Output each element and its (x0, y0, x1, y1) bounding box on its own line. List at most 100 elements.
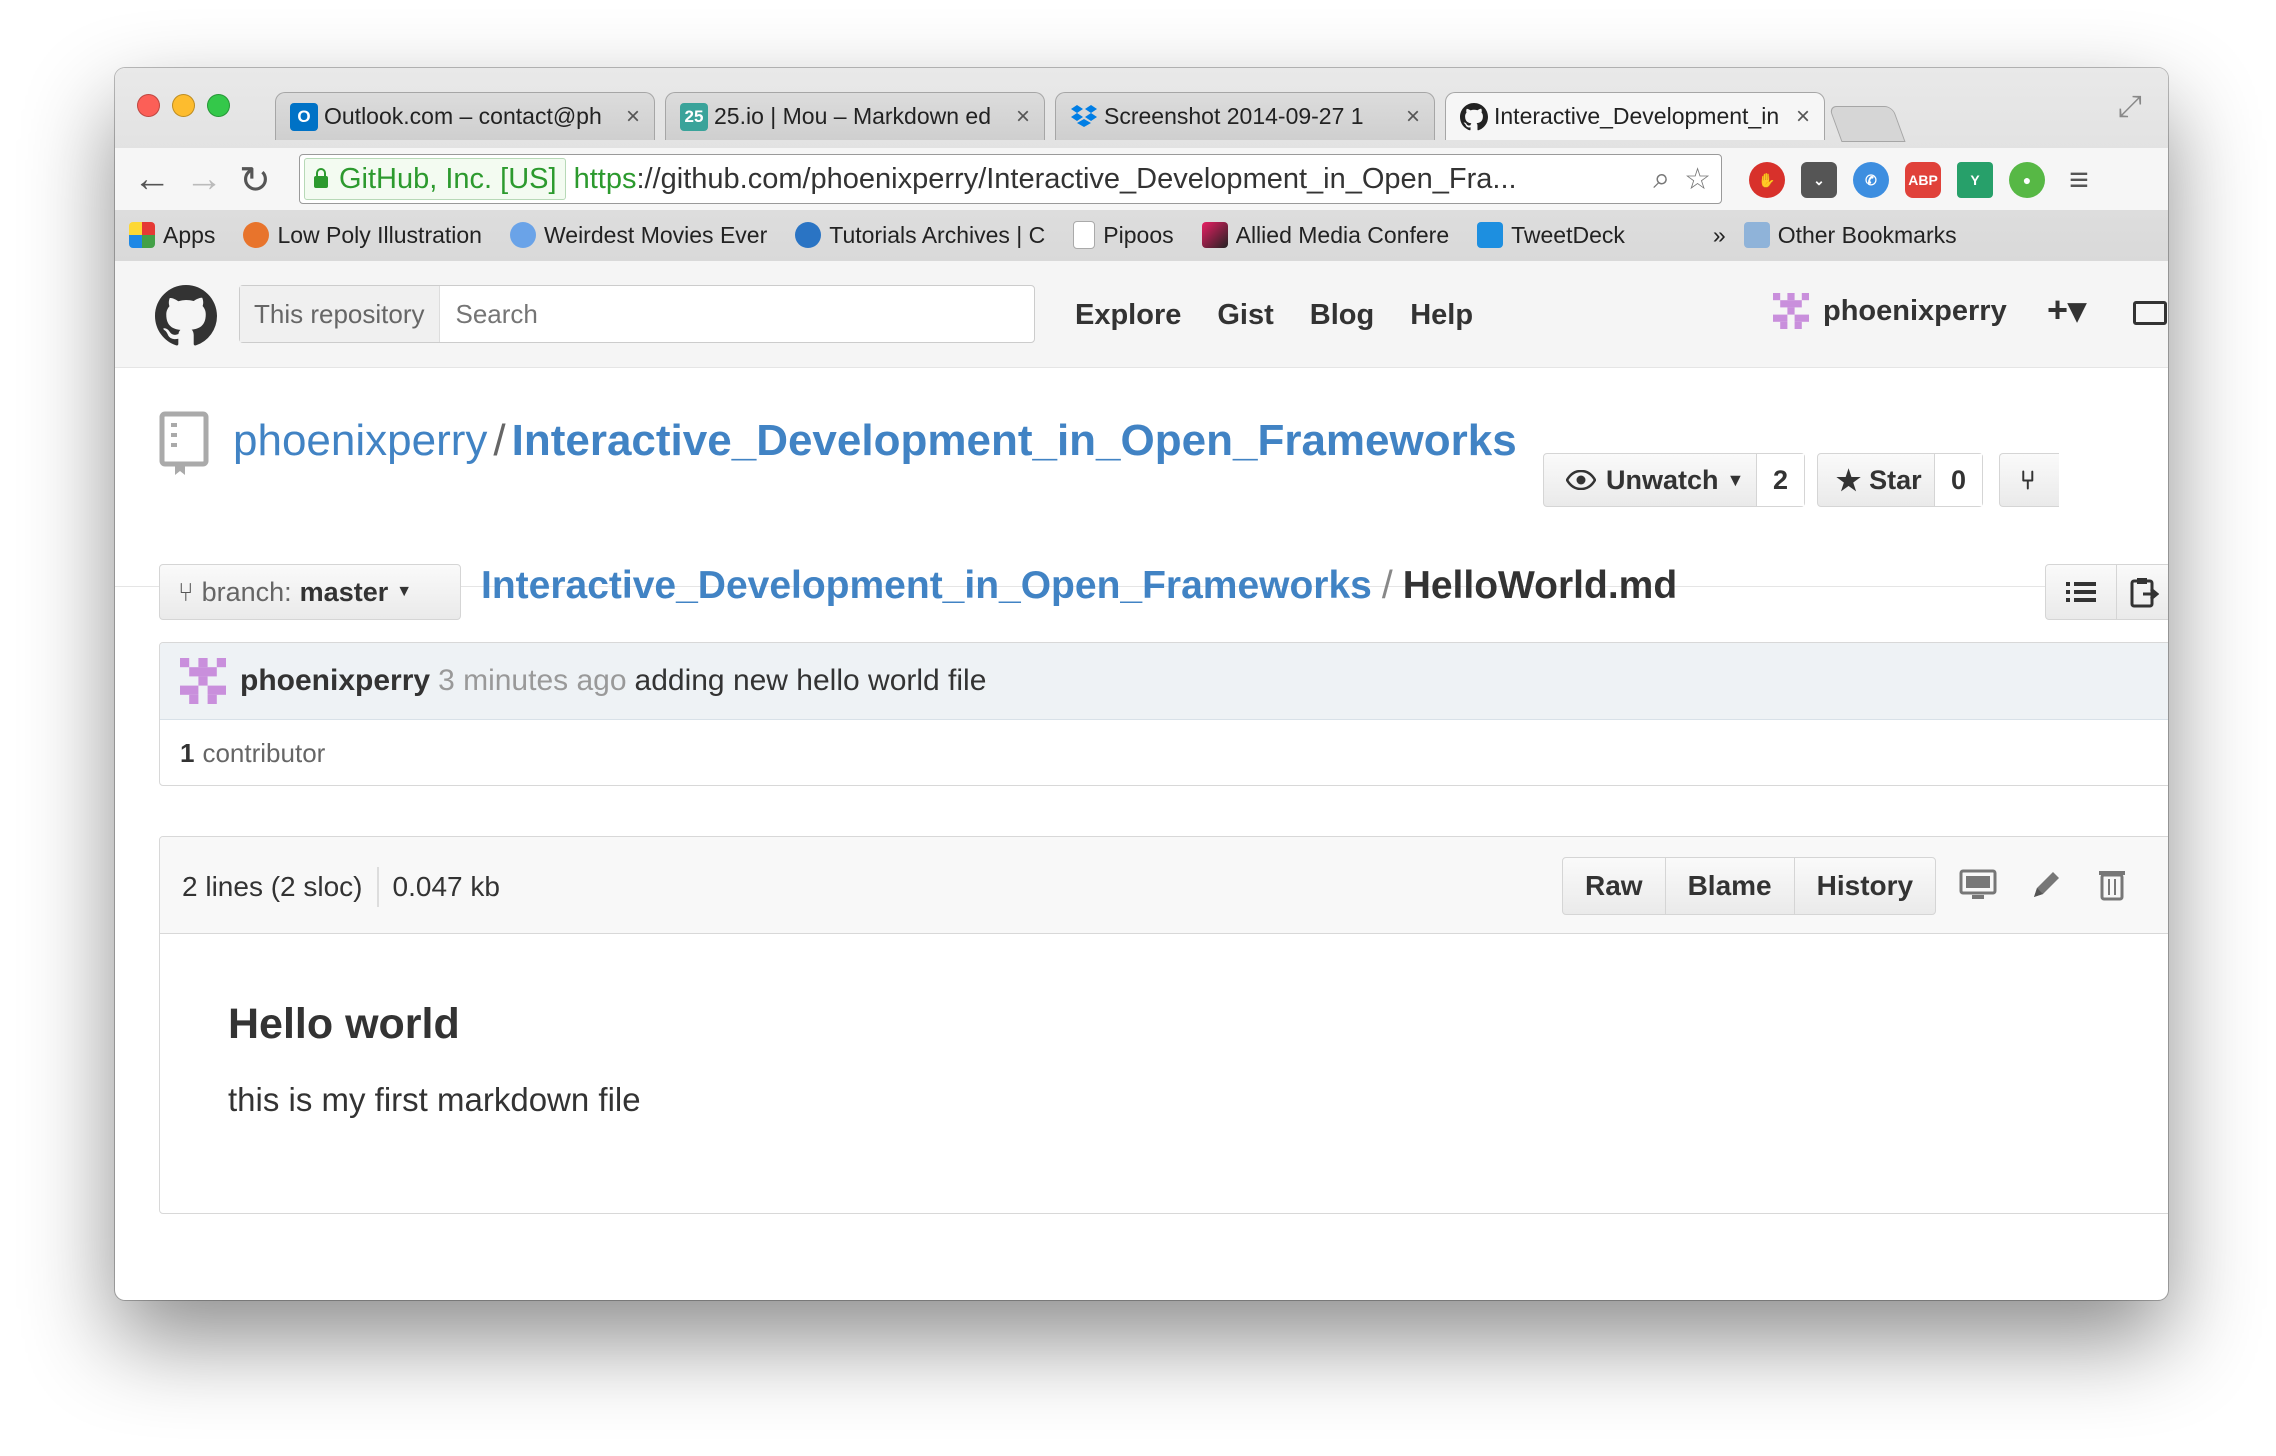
bookmark-tweetdeck[interactable]: TweetDeck (1477, 222, 1625, 249)
minimize-window-button[interactable] (172, 94, 195, 117)
file-info-divider (376, 867, 379, 907)
bookmarks-overflow-chevron[interactable]: » (1713, 222, 1726, 249)
tab-title: 25.io | Mou – Markdown ed (714, 103, 992, 129)
list-icon (2066, 582, 2096, 602)
bookmarks-bar: Apps Low Poly Illustration Weirdest Movi… (115, 210, 2168, 260)
clipboard-icon (2130, 578, 2159, 608)
tab-outlook[interactable]: O Outlook.com – contact@ph × (275, 92, 655, 140)
tab-strip: O Outlook.com – contact@ph × 25 25.io | … (275, 92, 1906, 142)
tab-mou[interactable]: 25 25.io | Mou – Markdown ed × (665, 92, 1045, 140)
repo-name-link[interactable]: Interactive_Development_in_Open_Framewor… (512, 416, 1517, 465)
contributors-label: contributor (202, 737, 326, 768)
branch-selector[interactable]: ⑂ branch: master ▼ (159, 564, 461, 620)
close-tab-icon[interactable]: × (1796, 103, 1810, 131)
branch-prefix: branch: (201, 576, 292, 607)
commit-message-link[interactable]: adding new hello world file (635, 664, 987, 698)
commit-author-link[interactable]: phoenixperry (240, 664, 430, 698)
star-button[interactable]: ★ Star 0 (1817, 453, 1983, 507)
window-controls (137, 94, 230, 117)
github-header: This repository Explore Gist Blog Help p… (115, 261, 2168, 368)
url-text[interactable]: https://github.com/phoenixperry/Interact… (574, 163, 1654, 196)
create-new-plus-icon[interactable]: +▾ (2047, 289, 2086, 331)
close-tab-icon[interactable]: × (1406, 103, 1420, 131)
phone-extension-icon[interactable]: ✆ (1853, 162, 1889, 198)
bookmark-label: Apps (163, 221, 216, 248)
caret-down-icon: ▼ (1726, 469, 1745, 490)
bookmark-label: TweetDeck (1511, 221, 1625, 248)
bookmark-low-poly[interactable]: Low Poly Illustration (243, 222, 482, 249)
bookmark-weirdest-movies[interactable]: Weirdest Movies Ever (509, 222, 767, 249)
breadcrumb-file: HelloWorld.md (1402, 564, 1678, 607)
contributors[interactable]: 1 contributor (160, 720, 2168, 785)
delete-trash-icon[interactable] (2092, 865, 2132, 905)
bookmark-pipoos[interactable]: Pipoos (1073, 221, 1174, 249)
edit-pencil-icon[interactable] (2026, 865, 2066, 905)
tab-github-active[interactable]: Interactive_Development_in × (1445, 92, 1825, 140)
abp-icon[interactable]: ABP (1905, 162, 1941, 198)
pocket-icon[interactable]: ⌄ (1801, 162, 1837, 198)
zoom-magnifier-icon[interactable]: ⌕ (1653, 162, 1670, 197)
evernote-icon[interactable]: ● (2009, 162, 2045, 198)
star-icon: ★ (1836, 464, 1862, 496)
blame-button[interactable]: Blame (1666, 858, 1795, 914)
bookmark-apps[interactable]: Apps (129, 222, 215, 249)
notifications-inbox-icon[interactable] (2133, 301, 2167, 325)
close-tab-icon[interactable]: × (626, 103, 640, 131)
repo-book-icon (159, 411, 209, 475)
commit-time: 3 minutes ago (438, 664, 627, 697)
nav-help[interactable]: Help (1410, 299, 1473, 332)
avatar (180, 658, 226, 704)
tab-title: Interactive_Development_in (1494, 103, 1780, 129)
watch-count[interactable]: 2 (1755, 454, 1804, 506)
nav-gist[interactable]: Gist (1217, 299, 1273, 332)
apps-grid-icon (129, 222, 155, 248)
markdown-paragraph: this is my first markdown file (228, 1081, 641, 1118)
bookmark-allied-media[interactable]: Allied Media Confere (1201, 221, 1450, 249)
vine-extension-icon[interactable]: Y (1957, 162, 1993, 198)
unwatch-button[interactable]: Unwatch ▼ 2 (1543, 453, 1805, 507)
breadcrumb-repo-link[interactable]: Interactive_Development_in_Open_Framewor… (481, 564, 1372, 607)
bookmark-label: Allied Media Confere (1235, 221, 1450, 248)
search-input[interactable] (453, 297, 793, 331)
file-list-view-button[interactable] (2045, 564, 2117, 620)
caret-down-icon: ▼ (396, 583, 413, 600)
fork-button[interactable]: ⑂ (1999, 453, 2059, 507)
zoom-window-button[interactable] (207, 94, 230, 117)
markdown-heading: Hello world (228, 1000, 460, 1048)
browser-chrome: O Outlook.com – contact@ph × 25 25.io | … (115, 68, 2168, 262)
bookmark-other[interactable]: Other Bookmarks (1743, 222, 1957, 249)
eye-icon (1566, 470, 1596, 490)
new-tab-button[interactable] (1828, 106, 1906, 142)
github-nav: Explore Gist Blog Help (1075, 299, 1473, 332)
nav-explore[interactable]: Explore (1075, 299, 1181, 332)
reload-icon[interactable]: ↻ (239, 158, 271, 203)
ev-certificate-badge[interactable]: GitHub, Inc. [US] (304, 158, 566, 200)
history-button[interactable]: History (1795, 858, 1935, 914)
file-size: 0.047 kb (392, 871, 500, 902)
tab-dropbox-screenshot[interactable]: Screenshot 2014-09-27 1 × (1055, 92, 1435, 140)
adblock-hand-icon[interactable]: ✋ (1749, 162, 1785, 198)
star-count[interactable]: 0 (1933, 454, 1982, 506)
fork-icon: ⑂ (2020, 464, 2036, 495)
bookmark-tutorials[interactable]: Tutorials Archives | C (795, 222, 1045, 249)
github-octocat-logo-icon[interactable] (155, 285, 217, 347)
fullscreen-icon[interactable]: ⤢ (2118, 90, 2142, 124)
close-tab-icon[interactable]: × (1016, 103, 1030, 131)
menu-hamburger-icon[interactable]: ≡ (2061, 161, 2097, 199)
user-menu[interactable]: phoenixperry (1773, 293, 2007, 329)
desktop-open-icon[interactable] (1958, 865, 1998, 905)
copy-path-button[interactable] (2116, 564, 2168, 620)
breadcrumb-separator: / (1381, 564, 1393, 607)
close-window-button[interactable] (137, 94, 160, 117)
drop-icon (795, 222, 822, 248)
repo-search: This repository (239, 285, 1035, 343)
file-header: 2 lines (2 sloc) 0.047 kb Raw Blame Hist… (160, 837, 2168, 934)
raw-button[interactable]: Raw (1563, 858, 1666, 914)
bookmark-star-icon[interactable]: ☆ (1684, 162, 1711, 197)
address-bar[interactable]: GitHub, Inc. [US] https://github.com/pho… (299, 154, 1722, 204)
repo-owner-link[interactable]: phoenixperry (233, 416, 487, 465)
nav-blog[interactable]: Blog (1310, 299, 1374, 332)
forward-arrow-icon[interactable]: → (185, 158, 223, 201)
bookmark-label: Low Poly Illustration (277, 221, 482, 248)
back-arrow-icon[interactable]: ← (133, 158, 171, 201)
